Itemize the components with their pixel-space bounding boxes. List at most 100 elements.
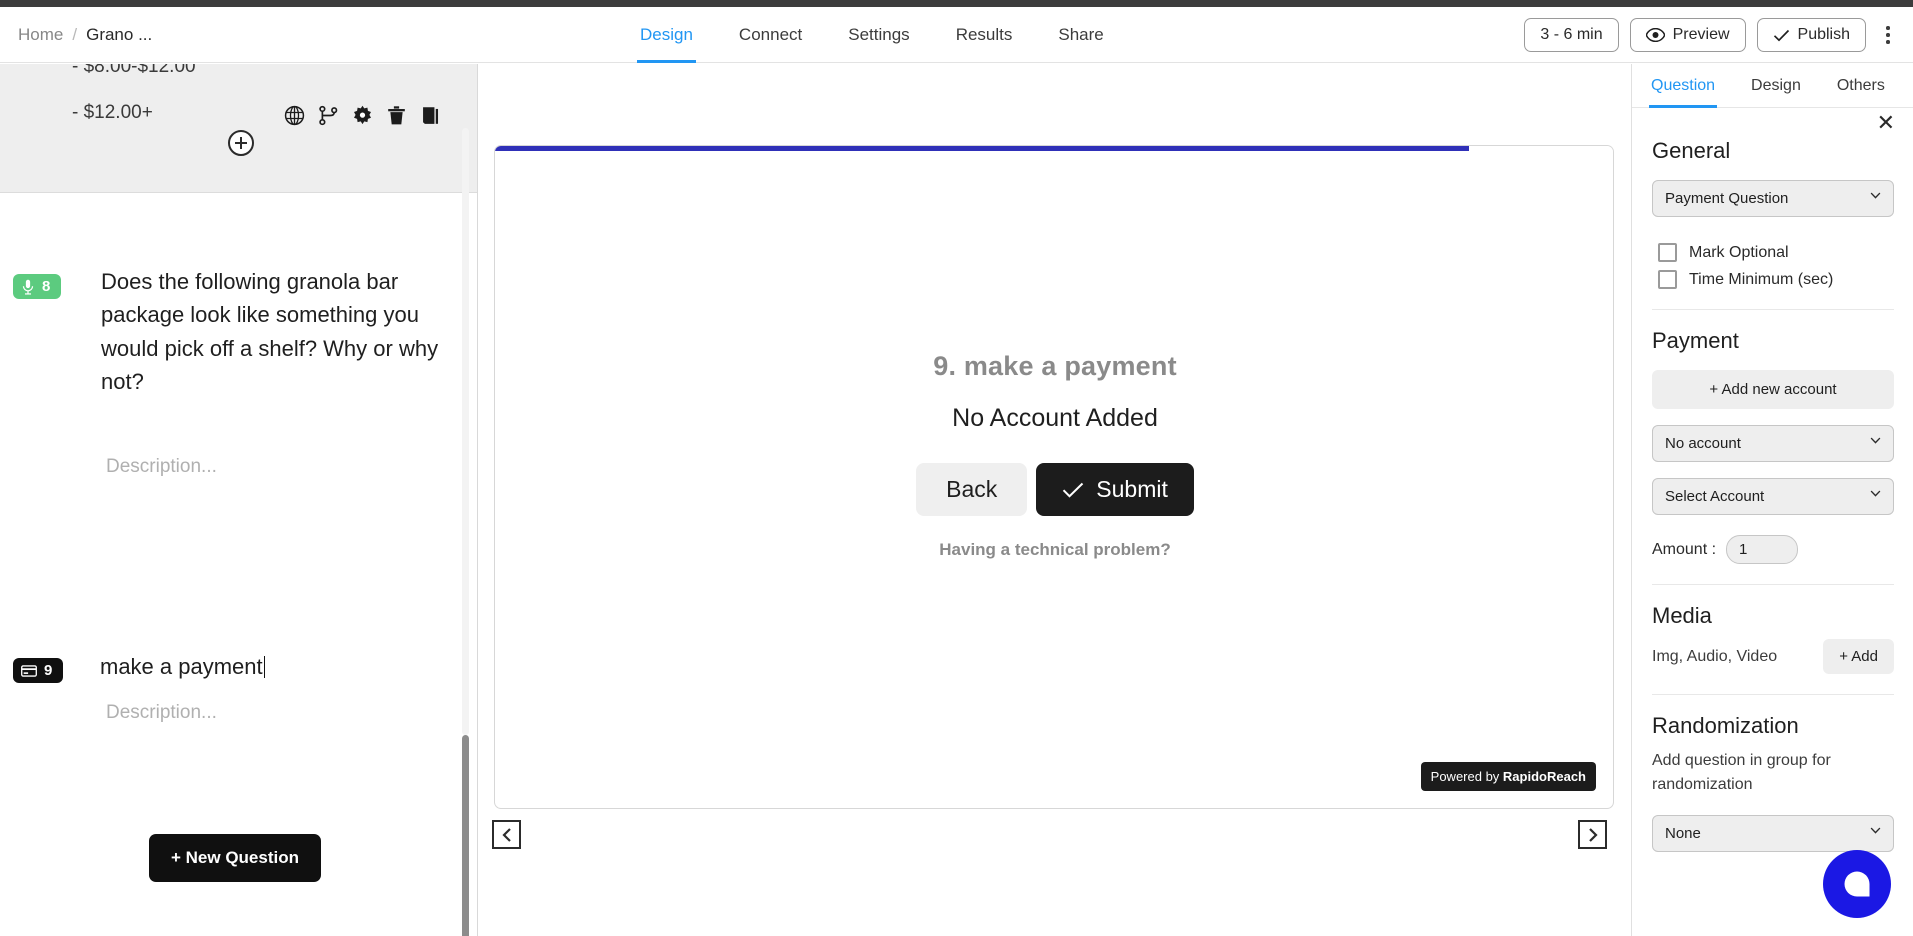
question-title[interactable]: make a payment <box>100 650 460 683</box>
survey-preview-card: 9. make a payment No Account Added Back … <box>494 145 1614 809</box>
globe-icon[interactable] <box>284 105 305 126</box>
tab-settings[interactable]: Settings <box>848 7 909 63</box>
question-description-placeholder[interactable]: Description... <box>106 702 217 724</box>
new-question-button[interactable]: + New Question <box>149 834 321 882</box>
question-description-placeholder[interactable]: Description... <box>106 456 217 478</box>
microphone-icon <box>22 279 34 295</box>
question-badge: 8 <box>13 274 62 299</box>
submit-button[interactable]: Submit <box>1036 463 1194 516</box>
panel-tab-design[interactable]: Design <box>1751 64 1801 108</box>
tab-connect[interactable]: Connect <box>739 7 802 63</box>
option-label: - $12.00+ <box>72 102 153 123</box>
randomization-group-select[interactable]: None <box>1652 815 1894 852</box>
account-select-wrap: No account <box>1632 425 1913 462</box>
tab-design[interactable]: Design <box>637 7 696 63</box>
question-type-select-wrap: Payment Question <box>1632 180 1913 217</box>
option-row: - $12.00+ <box>72 102 153 124</box>
option-label: - $8.00-$12.00 <box>72 64 196 77</box>
technical-problem-link[interactable]: Having a technical problem? <box>939 540 1170 560</box>
divider <box>1652 584 1894 585</box>
question-number: 8 <box>42 278 51 295</box>
preview-canvas: 9. make a payment No Account Added Back … <box>478 64 1630 936</box>
question-toolbar <box>284 105 441 126</box>
media-types-label: Img, Audio, Video <box>1652 647 1778 665</box>
account-select[interactable]: No account <box>1652 425 1894 462</box>
select-account-dropdown[interactable]: Select Account <box>1652 478 1894 515</box>
chevron-right-icon <box>1588 827 1598 842</box>
add-media-button[interactable]: + Add <box>1823 639 1894 674</box>
close-panel-icon[interactable]: ✕ <box>1877 112 1895 134</box>
preview-label: Preview <box>1672 26 1730 43</box>
back-button[interactable]: Back <box>916 463 1028 516</box>
next-question-button[interactable] <box>1578 820 1607 849</box>
question-title-text: make a payment <box>100 654 263 679</box>
randomization-note: Add question in group for randomization <box>1652 752 1831 793</box>
breadcrumb-home[interactable]: Home <box>18 25 63 45</box>
amount-input[interactable] <box>1726 535 1799 564</box>
tab-results[interactable]: Results <box>956 7 1013 63</box>
powered-by-prefix: Powered by <box>1430 769 1503 784</box>
amount-label: Amount : <box>1652 540 1717 558</box>
duplicate-icon[interactable] <box>420 105 441 126</box>
progress-bar-track <box>495 146 1613 151</box>
duration-label: 3 - 6 min <box>1540 26 1603 43</box>
add-question-inline-icon[interactable] <box>228 130 254 156</box>
main-nav-tabs: Design Connect Settings Results Share <box>637 7 1104 63</box>
check-icon <box>1773 29 1789 41</box>
media-row: Img, Audio, Video + Add <box>1652 639 1894 674</box>
divider <box>1652 309 1894 310</box>
gear-icon[interactable] <box>352 105 373 126</box>
progress-bar-fill <box>495 146 1470 151</box>
questions-sidebar[interactable]: - $8.00-$12.00 - $12.00+ 8 Does the foll… <box>0 64 478 936</box>
preview-button[interactable]: Preview <box>1629 18 1746 52</box>
question-type-select[interactable]: Payment Question <box>1652 180 1894 217</box>
panel-body: General Payment Question Mark Optional T… <box>1632 136 1913 852</box>
submit-label: Submit <box>1096 476 1168 502</box>
question-badge: 9 <box>13 658 64 683</box>
panel-tab-question[interactable]: Question <box>1648 64 1718 108</box>
panel-tab-others[interactable]: Others <box>1837 64 1885 108</box>
chevron-left-icon <box>501 827 511 842</box>
select-account-wrap: Select Account <box>1632 478 1913 515</box>
chat-support-button[interactable] <box>1823 850 1891 918</box>
randomization-group-wrap: None <box>1632 815 1913 852</box>
eye-icon <box>1645 28 1665 42</box>
sidebar-scrollbar-thumb[interactable] <box>462 735 469 936</box>
amount-row: Amount : <box>1652 535 1913 564</box>
divider <box>1652 694 1894 695</box>
powered-by-badge: Powered by RapidoReach <box>1420 762 1596 791</box>
breadcrumb-current[interactable]: Grano ... <box>86 25 152 45</box>
duration-pill[interactable]: 3 - 6 min <box>1524 18 1619 52</box>
previous-question-button[interactable] <box>492 820 521 849</box>
mark-optional-checkbox[interactable] <box>1658 243 1677 262</box>
breadcrumb: Home / Grano ... <box>18 25 152 45</box>
credit-card-icon <box>21 664 37 677</box>
window-top-strip <box>0 0 1913 7</box>
randomization-heading: Randomization <box>1652 713 1799 738</box>
time-minimum-row[interactable]: Time Minimum (sec) <box>1658 270 1913 289</box>
panel-tabs: Question Design Others <box>1632 64 1913 108</box>
time-minimum-checkbox[interactable] <box>1658 270 1677 289</box>
app-header: Home / Grano ... Design Connect Settings… <box>0 7 1913 63</box>
media-heading: Media <box>1652 603 1712 628</box>
tab-share[interactable]: Share <box>1058 7 1103 63</box>
more-options-icon[interactable] <box>1877 18 1899 52</box>
sidebar-scrollbar-track <box>462 128 469 735</box>
add-new-account-button[interactable]: + Add new account <box>1652 370 1894 409</box>
branch-logic-icon[interactable] <box>318 105 339 126</box>
question-settings-panel: Question Design Others ✕ General Payment… <box>1631 64 1913 936</box>
mark-optional-label: Mark Optional <box>1689 243 1789 261</box>
question-title[interactable]: Does the following granola bar package l… <box>101 265 461 399</box>
text-cursor <box>263 656 266 678</box>
preview-button-row: Back Submit <box>916 463 1194 516</box>
header-actions: 3 - 6 min Preview Publish <box>1524 7 1899 63</box>
publish-button[interactable]: Publish <box>1756 18 1866 52</box>
mark-optional-row[interactable]: Mark Optional <box>1658 243 1913 262</box>
preview-subtitle: No Account Added <box>952 404 1158 432</box>
question-card-partial[interactable]: - $8.00-$12.00 - $12.00+ <box>0 64 477 193</box>
trash-icon[interactable] <box>386 105 407 126</box>
chat-bubble-icon <box>1844 871 1870 897</box>
publish-label: Publish <box>1797 26 1850 43</box>
time-minimum-label: Time Minimum (sec) <box>1689 270 1834 288</box>
payment-heading: Payment <box>1652 328 1739 353</box>
